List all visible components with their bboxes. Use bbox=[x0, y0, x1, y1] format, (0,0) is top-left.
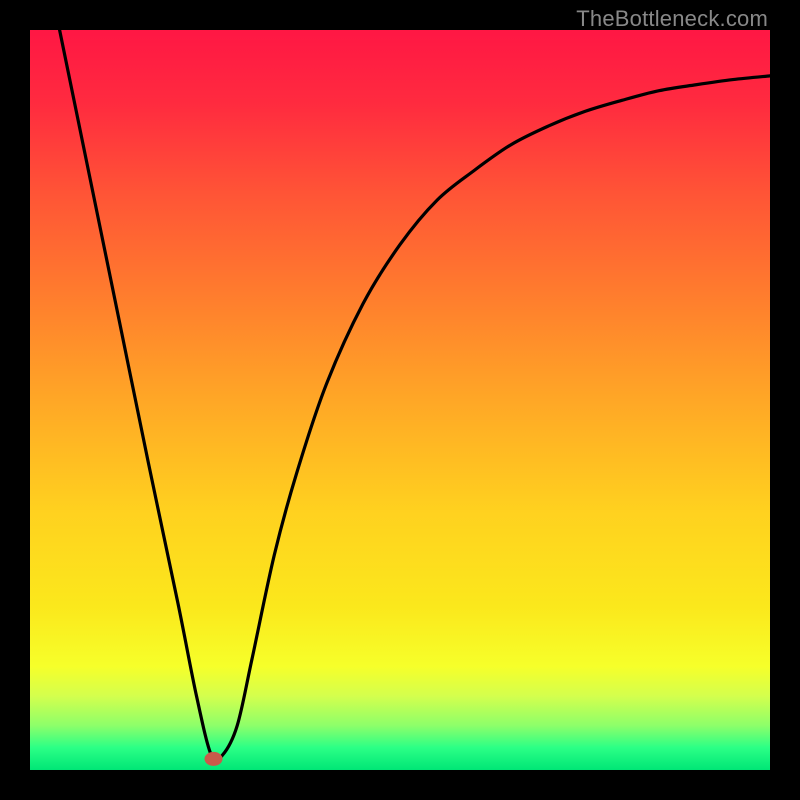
gradient-background bbox=[30, 30, 770, 770]
optimal-point-marker bbox=[205, 752, 223, 766]
bottleneck-chart bbox=[30, 30, 770, 770]
watermark-text: TheBottleneck.com bbox=[576, 6, 768, 32]
chart-frame bbox=[30, 30, 770, 770]
